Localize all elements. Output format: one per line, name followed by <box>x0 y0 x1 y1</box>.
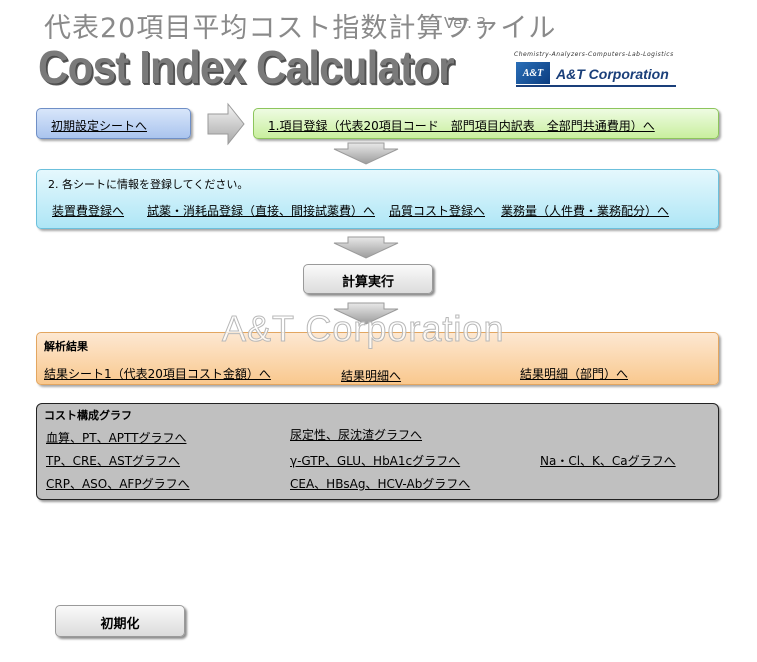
registration-instruction: 2. 各シートに情報を登録してください。 <box>48 178 249 191</box>
item-registration-label: 1.項目登録（代表20項目コード 部門項目内訳表 全部門共通費用）へ <box>268 119 655 133</box>
graph-link-na-cl-k-ca[interactable]: Na・Cl、K、Caグラフへ <box>540 452 676 469</box>
graph-link-crp-aso-afp[interactable]: CRP、ASO、AFPグラフへ <box>46 475 190 492</box>
result-sheet1-link[interactable]: 結果シート1（代表20項目コスト金額）へ <box>44 365 271 382</box>
run-calculation-label: 計算実行 <box>341 275 394 290</box>
quality-cost-link[interactable]: 品質コスト登録へ <box>389 202 485 219</box>
down-arrow-icon <box>333 236 399 259</box>
graph-link-cbc-pt-aptt[interactable]: 血算、PT、APTTグラフへ <box>46 429 186 446</box>
reagent-cost-link[interactable]: 試薬・消耗品登録（直接、間接試薬費）へ <box>147 202 375 219</box>
initialize-button[interactable]: 初期化 <box>55 605 185 637</box>
initial-settings-sheet-button[interactable]: 初期設定シートへ <box>36 108 191 139</box>
initialize-label: 初期化 <box>100 617 140 632</box>
app-title: Cost Index Calculator <box>38 41 455 93</box>
result-details-department-link[interactable]: 結果明細（部門）へ <box>520 365 628 382</box>
workload-link[interactable]: 業務量（人件費・業務配分）へ <box>501 202 669 219</box>
logo-underline <box>516 85 676 87</box>
company-name: A&T Corporation <box>556 66 669 82</box>
right-arrow-icon <box>207 102 245 146</box>
graph-link-ggtp-glu-hba1c[interactable]: γ-GTP、GLU、HbA1cグラフへ <box>290 452 460 469</box>
cost-graph-title: コスト構成グラフ <box>44 409 132 422</box>
graph-link-tp-cre-ast[interactable]: TP、CRE、ASTグラフへ <box>46 452 180 469</box>
company-logo-icon: A&T <box>516 62 550 84</box>
version-label: Ver. 3 <box>444 14 487 32</box>
run-calculation-button[interactable]: 計算実行 <box>303 264 433 294</box>
initial-settings-sheet-label: 初期設定シートへ <box>51 119 148 133</box>
graph-link-urinalysis[interactable]: 尿定性、尿沈渣グラフへ <box>290 426 422 443</box>
watermark: A&T Corporation <box>221 308 505 350</box>
results-title: 解析結果 <box>44 340 88 353</box>
logo-tagline: Chemistry-Analyzers-Computers-Lab-Logist… <box>514 51 674 58</box>
down-arrow-icon <box>333 142 399 165</box>
result-details-link[interactable]: 結果明細へ <box>341 367 401 384</box>
item-registration-button[interactable]: 1.項目登録（代表20項目コード 部門項目内訳表 全部門共通費用）へ <box>253 108 719 139</box>
equipment-cost-link[interactable]: 装置費登録へ <box>52 202 124 219</box>
graph-link-cea-hbsag-hcv[interactable]: CEA、HBsAg、HCV-Abグラフへ <box>290 475 470 492</box>
